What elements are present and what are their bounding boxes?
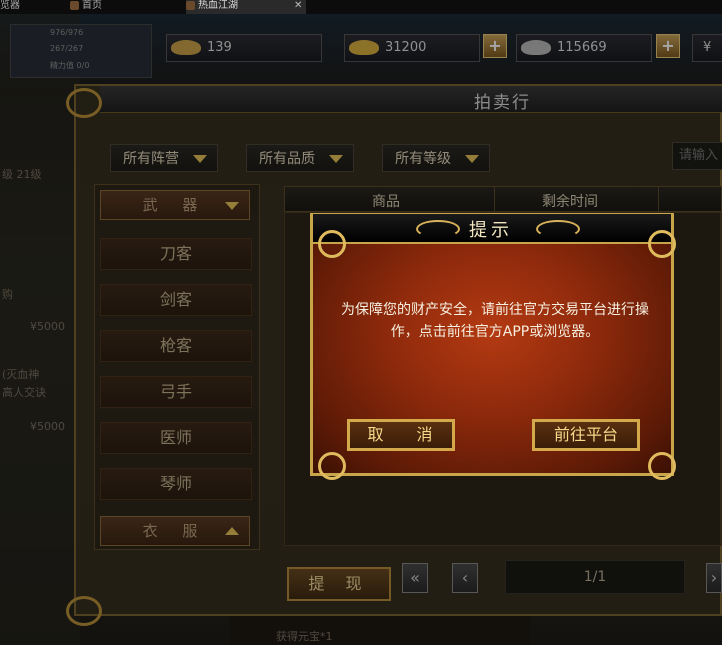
tab-label: 首页 <box>82 0 102 11</box>
browser-tab[interactable]: 首页 <box>70 0 170 14</box>
cancel-button[interactable]: 取 消 <box>347 419 455 451</box>
home-icon <box>70 0 79 10</box>
browser-tab-bar: 览器 首页 热血江湖 ✕ <box>0 0 722 14</box>
prompt-message: 为保障您的财产安全，请前往官方交易平台进行操作，点击前往官方APP或浏览器。 <box>341 302 649 340</box>
browser-tab[interactable]: 览器 <box>0 0 58 14</box>
corner-ornament-icon <box>318 452 346 480</box>
swirl-ornament-icon <box>536 220 580 238</box>
go-to-platform-button[interactable]: 前往平台 <box>532 419 640 451</box>
corner-ornament-icon <box>318 230 346 258</box>
game-favicon-icon <box>186 0 195 10</box>
browser-tab-active[interactable]: 热血江湖 <box>186 0 306 14</box>
tab-label: 览器 <box>0 0 20 11</box>
prompt-title: 提示 <box>469 220 513 241</box>
tab-label: 热血江湖 <box>198 0 238 11</box>
corner-ornament-icon <box>648 452 676 480</box>
swirl-ornament-icon <box>416 220 460 238</box>
corner-ornament-icon <box>648 230 676 258</box>
close-tab-icon[interactable]: ✕ <box>294 0 302 12</box>
